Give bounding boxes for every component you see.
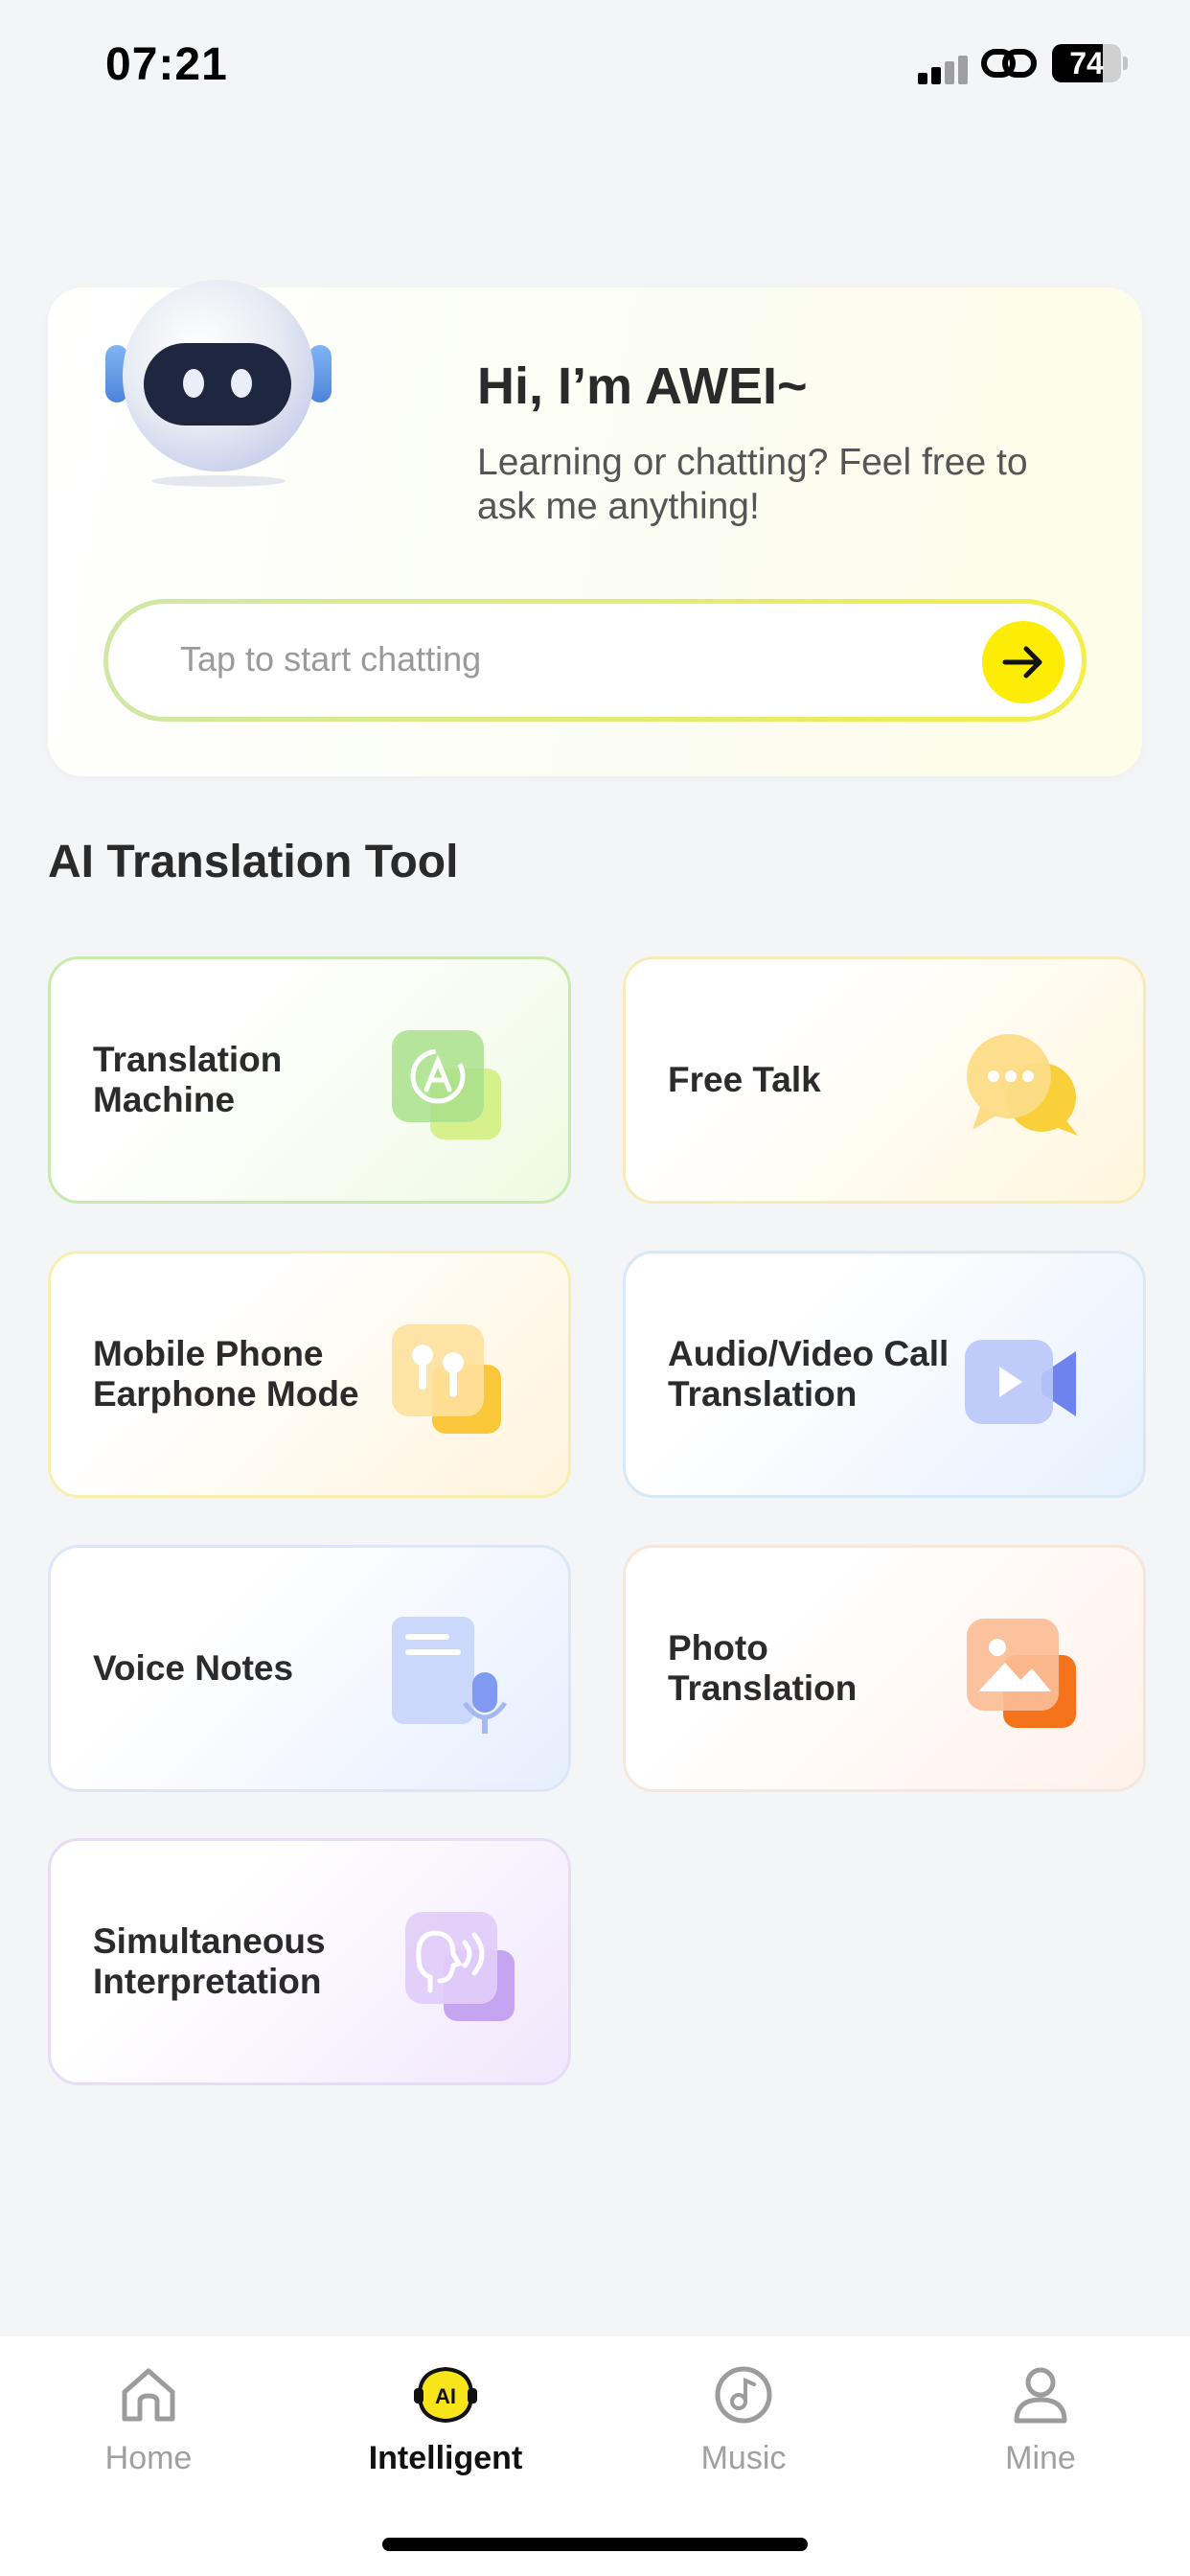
- tool-card-earphone-mode[interactable]: Mobile Phone Earphone Mode: [48, 1251, 571, 1498]
- cellular-signal-icon: [918, 56, 970, 84]
- tool-card-voice-notes[interactable]: Voice Notes: [48, 1545, 571, 1792]
- section-title: AI Translation Tool: [48, 837, 459, 887]
- tool-label: Translation Machine: [93, 1040, 283, 1119]
- chat-input[interactable]: Tap to start chatting: [103, 599, 1087, 722]
- interpretation-icon: [405, 1912, 515, 2021]
- tab-music[interactable]: Music: [648, 2363, 839, 2497]
- tool-card-simultaneous-interpretation[interactable]: Simultaneous Interpretation: [48, 1838, 571, 2085]
- tab-label: Music: [700, 2440, 787, 2476]
- tab-intelligent[interactable]: AI Intelligent: [350, 2363, 541, 2497]
- voice-notes-icon: [392, 1617, 508, 1734]
- tool-card-free-talk[interactable]: Free Talk: [623, 956, 1146, 1204]
- arrow-right-icon: [1002, 646, 1042, 678]
- tab-home[interactable]: Home: [53, 2363, 244, 2497]
- tool-label: Simultaneous Interpretation: [93, 1921, 326, 2001]
- tab-label: Home: [104, 2440, 193, 2476]
- chat-placeholder: Tap to start chatting: [180, 639, 482, 678]
- tool-card-photo-translation[interactable]: Photo Translation: [623, 1545, 1146, 1792]
- tool-label: Audio/Video Call Translation: [668, 1334, 950, 1414]
- music-icon: [715, 2366, 772, 2424]
- link-icon: [981, 49, 1037, 78]
- battery-level: 74: [1069, 46, 1104, 80]
- ai-icon: AI: [414, 2366, 477, 2424]
- tab-label: Mine: [1005, 2440, 1076, 2476]
- home-icon: [122, 2368, 175, 2422]
- tool-label: Mobile Phone Earphone Mode: [93, 1334, 359, 1414]
- status-bar: 07:21 74: [0, 0, 1190, 125]
- tool-label: Voice Notes: [93, 1648, 294, 1688]
- profile-icon: [1014, 2367, 1067, 2424]
- tool-card-translation-machine[interactable]: Translation Machine: [48, 956, 571, 1204]
- photo-icon: [967, 1619, 1076, 1728]
- tab-mine[interactable]: Mine: [945, 2363, 1136, 2497]
- greeting-title: Hi, I’m AWEI~: [477, 357, 808, 415]
- translate-icon: [392, 1030, 501, 1139]
- chat-bubbles-icon: [967, 1034, 1078, 1136]
- greeting-subtitle: Learning or chatting? Feel free to ask m…: [477, 442, 1028, 527]
- home-indicator: [382, 2538, 808, 2551]
- earbuds-icon: [392, 1324, 501, 1434]
- tool-card-call-translation[interactable]: Audio/Video Call Translation: [623, 1251, 1146, 1498]
- tab-label: Intelligent: [368, 2440, 523, 2476]
- robot-avatar-icon: [105, 280, 332, 487]
- svg-text:AI: AI: [435, 2384, 456, 2408]
- battery-icon: 74: [1052, 44, 1129, 82]
- send-button[interactable]: [982, 621, 1064, 703]
- status-time: 07:21: [105, 39, 228, 90]
- tool-label: Free Talk: [668, 1060, 821, 1099]
- tool-label: Photo Translation: [668, 1628, 858, 1708]
- video-call-icon: [965, 1340, 1076, 1424]
